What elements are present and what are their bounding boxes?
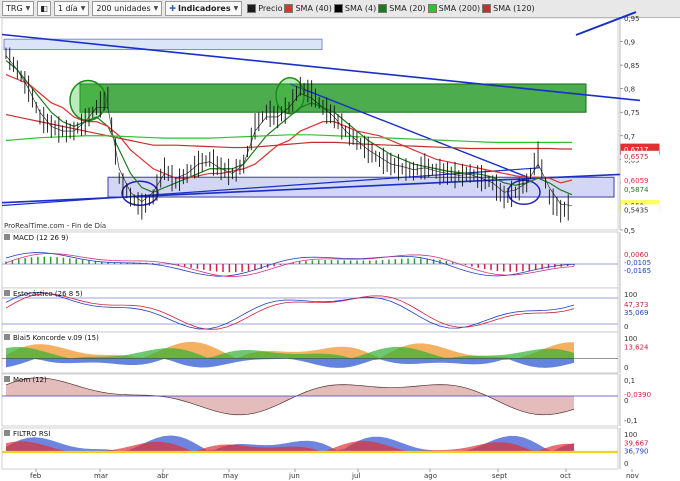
- pane-frame-2: [1, 287, 619, 333]
- pane-y-tick: 100: [624, 291, 637, 299]
- pane-title-icon: [4, 290, 10, 296]
- month-label: jun: [288, 472, 300, 480]
- value-tag-label: 0,5435: [624, 207, 649, 215]
- pane-value-tag: 36,790: [624, 448, 649, 456]
- pane-value-tag: -0,0165: [624, 267, 651, 275]
- pane-title: FILTRO RSI: [13, 430, 50, 438]
- pane-title-icon: [4, 430, 10, 436]
- y-tick-label: 0,85: [624, 62, 640, 70]
- resistance-zone: [79, 83, 587, 113]
- pane-y-tick: -0,1: [624, 417, 638, 425]
- pane-value-tag: 39,667: [624, 440, 649, 448]
- month-label: sept: [492, 472, 507, 480]
- pane-y-tick: 0: [624, 323, 628, 331]
- pane-title-icon: [4, 376, 10, 382]
- y-tick-label: 0,9: [624, 39, 635, 47]
- month-label: abr: [157, 472, 169, 480]
- y-tick-label: 0,5: [624, 227, 635, 235]
- pane-value-tag: -0,0390: [624, 391, 651, 399]
- watermark-text: ProRealTime.com - Fin de Día: [4, 222, 106, 230]
- pane-y-tick: 0,1: [624, 377, 635, 385]
- pane-value-tag: 35,069: [624, 309, 649, 317]
- highlight-box: [3, 38, 323, 51]
- pane-value-tag: 0,0060: [624, 251, 649, 259]
- pane-value-tag: 47,373: [624, 301, 649, 309]
- pane-y-tick: 100: [624, 335, 637, 343]
- pane-title: Estocástico (26 8 5): [13, 290, 83, 298]
- month-label: feb: [30, 472, 42, 480]
- value-tag-label: 0,6575: [624, 153, 649, 161]
- pane-title: Blai5 Koncorde v.09 (15): [13, 334, 99, 342]
- pane-title-icon: [4, 234, 10, 240]
- pane-y-tick: 100: [624, 431, 637, 439]
- pane-title: MACD (12 26 9): [13, 234, 69, 242]
- month-label: may: [223, 472, 238, 480]
- pane-title: Mom (12): [13, 376, 47, 384]
- pane-value-tag: 13,624: [624, 344, 649, 352]
- month-label: nov: [626, 472, 639, 480]
- y-tick-label: 0,75: [624, 109, 640, 117]
- y-tick-label: 0,7: [624, 133, 635, 141]
- pane-value-tag: -0,0105: [624, 259, 651, 267]
- pane-title-icon: [4, 334, 10, 340]
- y-tick-label: 0,8: [624, 86, 635, 94]
- pane-y-tick: 0: [624, 364, 628, 372]
- month-label: oct: [560, 472, 571, 480]
- month-label: mar: [94, 472, 108, 480]
- month-label: ago: [424, 472, 437, 480]
- value-tag-label: 0,5874: [624, 186, 649, 194]
- pane-y-tick: 0: [624, 460, 628, 468]
- month-label: jul: [351, 472, 360, 480]
- chart-area: 0,950,90,850,80,750,70,650,60,550,50,671…: [1, 11, 660, 480]
